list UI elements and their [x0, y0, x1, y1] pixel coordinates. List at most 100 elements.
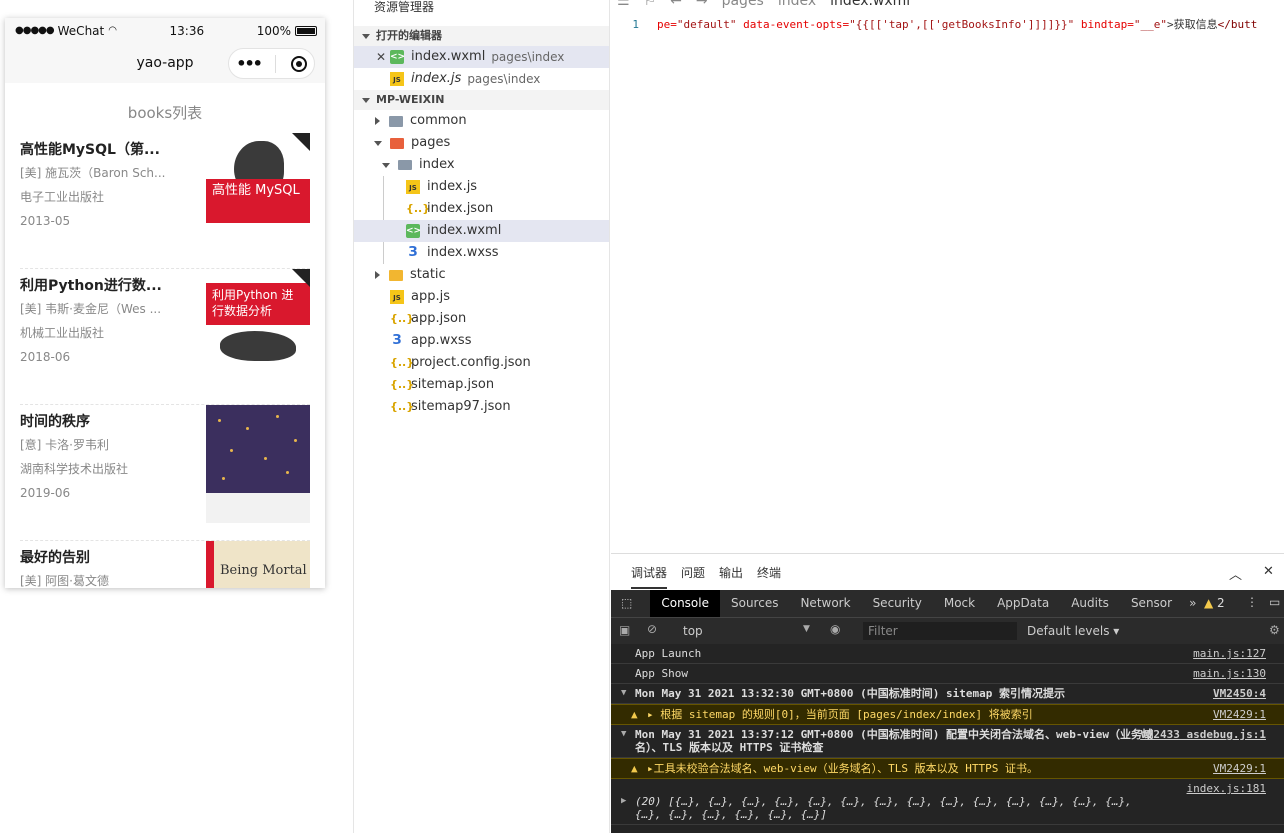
tree-file-app-json[interactable]: {..} app.json [354, 308, 609, 330]
log-levels-dropdown[interactable]: Default levels ▾ [1027, 624, 1119, 638]
tree-file-index-wxss[interactable]: З index.wxss [354, 242, 609, 264]
book-item[interactable]: 最好的告别 [美] 阿图·葛文德 Being Mortal [20, 541, 310, 588]
tab-mock[interactable]: Mock [933, 590, 986, 617]
code-text[interactable]: pe="default" data-event-opts="{{[['tap',… [657, 16, 1257, 34]
tree-folder-pages[interactable]: pages [354, 132, 609, 154]
console-output[interactable]: App Launch main.js:127 App Show main.js:130… [611, 644, 1284, 833]
code-token: </butt [1217, 18, 1258, 31]
tree-file-index-wxml[interactable]: <> index.wxml [354, 220, 609, 242]
tab-debugger[interactable]: 调试器 [631, 564, 668, 589]
tab-appdata[interactable]: AppData [986, 590, 1060, 617]
console-source-link[interactable]: main.js:127 [1193, 647, 1266, 660]
tree-file-sitemap[interactable]: {..} sitemap.json [354, 374, 609, 396]
forward-arrow-icon[interactable]: → [696, 0, 708, 12]
close-icon[interactable]: ✕ [374, 46, 388, 68]
folder-icon [389, 269, 403, 281]
tab-terminal[interactable]: 终端 [757, 564, 781, 581]
tree-folder-static[interactable]: static [354, 264, 609, 286]
console-message[interactable]: ▲ ▸工具未校验合法域名、web-view（业务域名）、TLS 版本以及 HTTP… [611, 758, 1284, 779]
more-icon[interactable]: ••• [236, 54, 263, 73]
breadcrumb-item[interactable]: index.wxml [830, 0, 910, 12]
more-tabs-icon[interactable]: » [1183, 590, 1202, 617]
tab-sensor[interactable]: Sensor [1120, 590, 1183, 617]
book-item[interactable]: 时间的秩序 [意] 卡洛·罗韦利 湖南科学技术出版社 2019-06 [20, 405, 310, 541]
tree-file-app-js[interactable]: JS app.js [354, 286, 609, 308]
project-header[interactable]: MP-WEIXIN [354, 90, 609, 110]
close-miniprogram-icon[interactable] [290, 55, 307, 72]
tree-folder-index[interactable]: index [354, 154, 609, 176]
capsule-divider [275, 54, 277, 73]
context-selector[interactable]: top [683, 624, 703, 638]
inspect-icon[interactable]: ⬚ [611, 590, 642, 617]
breadcrumb-item[interactable]: pages [722, 0, 764, 12]
console-source-link[interactable]: VM2429:1 [1213, 708, 1266, 721]
tree-file-project-config[interactable]: {..} project.config.json [354, 352, 609, 374]
json-file-icon: {..} [390, 378, 415, 391]
open-editors-header[interactable]: 打开的编辑器 [354, 26, 609, 46]
tab-network[interactable]: Network [789, 590, 861, 617]
open-editor-item[interactable]: ✕ <> index.wxml pages\index [354, 46, 609, 68]
console-source-link[interactable]: index.js:181 [1187, 782, 1266, 795]
console-source-link[interactable]: VM2450:4 [1213, 687, 1266, 700]
tab-sources[interactable]: Sources [720, 590, 789, 617]
settings-gear-icon[interactable]: ⚙ [1269, 623, 1280, 637]
expand-arrow-icon[interactable]: ▼ [621, 728, 626, 741]
code-editor[interactable]: ☰ ⚐ ← → pages index index.wxml 1 pe="def… [611, 0, 1284, 553]
tab-audits[interactable]: Audits [1060, 590, 1120, 617]
warning-icon: ▲ [631, 762, 638, 775]
dock-icon[interactable]: ▭ [1269, 595, 1280, 609]
json-file-icon: {..} [390, 356, 415, 369]
filter-input[interactable]: Filter [863, 622, 1017, 640]
book-item[interactable]: 高性能MySQL（第... [美] 施瓦茨（Baron Sch... 电子工业出… [20, 133, 310, 269]
signal-icon: ●●●●● [15, 25, 55, 36]
back-arrow-icon[interactable]: ← [670, 0, 682, 12]
tree-file-sitemap97[interactable]: {..} sitemap97.json [354, 396, 609, 418]
console-message[interactable]: App Launch main.js:127 [611, 644, 1284, 664]
code-token: >获取信息 [1166, 18, 1218, 31]
tab-problems[interactable]: 问题 [681, 564, 705, 581]
warning-count[interactable]: 2 [1217, 596, 1225, 610]
expand-arrow-icon[interactable]: ▶ [621, 795, 626, 808]
chevron-up-icon[interactable]: ︿ [1229, 564, 1242, 583]
tree-folder-common[interactable]: common [354, 110, 609, 132]
console-source-link[interactable]: main.js:130 [1193, 667, 1266, 680]
cover-corner [292, 133, 310, 151]
tab-output[interactable]: 输出 [719, 564, 743, 581]
book-cover: Being Mortal [206, 541, 310, 588]
animal-illustration [220, 331, 296, 361]
clear-console-icon[interactable]: ⊘ [647, 622, 657, 636]
expand-arrow-icon[interactable]: ▼ [621, 687, 626, 700]
tree-file-app-wxss[interactable]: З app.wxss [354, 330, 609, 352]
context-dropdown-icon[interactable]: ▼ [803, 624, 810, 634]
wxss-file-icon: З [392, 333, 402, 348]
tab-console[interactable]: Console [650, 590, 720, 617]
device-icon[interactable] [642, 590, 650, 617]
kebab-menu-icon[interactable]: ⋮ [1246, 595, 1258, 609]
tree-label: common [410, 113, 467, 128]
console-message[interactable]: ▶ (20) [{…}, {…}, {…}, {…}, {…}, {…}, {…}… [611, 779, 1284, 825]
console-message[interactable]: ▼ Mon May 31 2021 13:32:30 GMT+0800 (中国标准… [611, 684, 1284, 704]
breadcrumb-item[interactable]: index [778, 0, 816, 12]
console-source-link[interactable]: VM2429:1 [1213, 762, 1266, 775]
bookmark-icon[interactable]: ⚐ [644, 0, 657, 12]
console-source-link[interactable]: VM2433 asdebug.js:1 [1140, 728, 1266, 741]
devtools-tabbar: ⬚ Console Sources Network Security Mock … [611, 590, 1284, 617]
warning-icon[interactable]: ▲ [1204, 596, 1213, 610]
tree-file-index-js[interactable]: JS index.js [354, 176, 609, 198]
console-message[interactable]: App Show main.js:130 [611, 664, 1284, 684]
sidebar-toggle-icon[interactable]: ▣ [619, 623, 630, 637]
eye-icon[interactable]: ◉ [830, 622, 840, 636]
close-panel-icon[interactable]: ✕ [1263, 564, 1274, 579]
wxml-file-icon: <> [390, 50, 406, 64]
phone-simulator: ●●●●● WeChat ◠ 13:36 100% yao-app ••• bo… [5, 18, 325, 588]
page-title: books列表 [127, 104, 203, 122]
code-token: "__e" [1133, 18, 1167, 31]
book-author: [美] 阿图·葛文德 [20, 574, 109, 588]
book-item[interactable]: 利用Python进行数... [美] 韦斯·麦金尼（Wes ... 机械工业出版… [20, 269, 310, 405]
tree-file-index-json[interactable]: {..} index.json [354, 198, 609, 220]
list-icon[interactable]: ☰ [617, 0, 630, 12]
console-message[interactable]: ▲ ▸ 根据 sitemap 的规则[0]，当前页面 [pages/index/i… [611, 704, 1284, 725]
console-message[interactable]: ▼ Mon May 31 2021 13:37:12 GMT+0800 (中国标准… [611, 725, 1284, 758]
tab-security[interactable]: Security [862, 590, 933, 617]
open-editor-item[interactable]: JS index.js pages\index [354, 68, 609, 90]
